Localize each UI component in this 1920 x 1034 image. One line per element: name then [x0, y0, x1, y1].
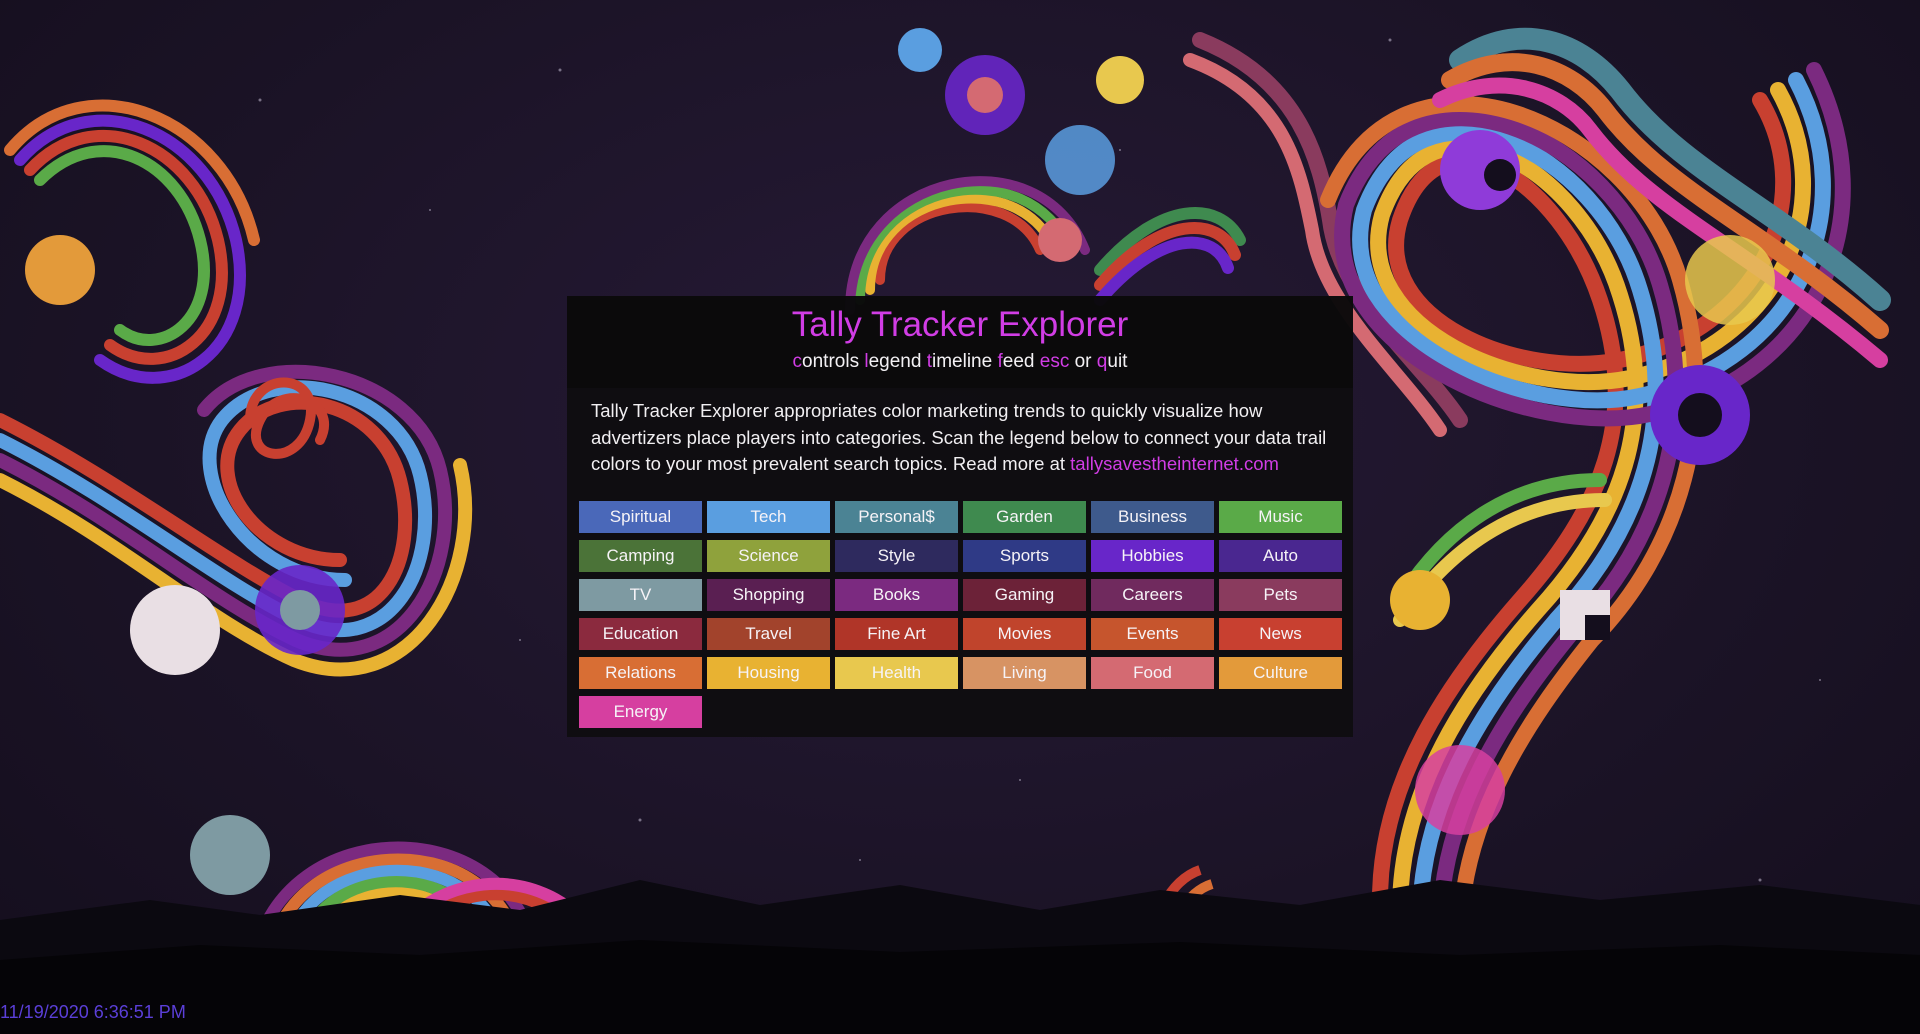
shortcut-label: uit — [1107, 351, 1128, 372]
shortcut-controls[interactable]: controls — [793, 351, 860, 372]
legend-item-science[interactable]: Science — [707, 540, 830, 572]
legend-item-shopping[interactable]: Shopping — [707, 579, 830, 611]
legend-item-careers[interactable]: Careers — [1091, 579, 1214, 611]
category-legend: Spiritual Tech Personal$ Garden Business Musi… — [579, 501, 1345, 728]
shortcut-label: egend — [868, 351, 922, 372]
legend-item-pets[interactable]: Pets — [1219, 579, 1342, 611]
legend-item-fine-art[interactable]: Fine Art — [835, 618, 958, 650]
explorer-info-panel: Tally Tracker Explorer controls legend t… — [567, 296, 1353, 737]
shortcut-key: esc — [1039, 351, 1070, 372]
legend-item-sports[interactable]: Sports — [963, 540, 1086, 572]
visualization-canvas[interactable]: Tally Tracker Explorer controls legend t… — [0, 0, 1920, 1034]
legend-item-culture[interactable]: Culture — [1219, 657, 1342, 689]
legend-item-events[interactable]: Events — [1091, 618, 1214, 650]
legend-item-camping[interactable]: Camping — [579, 540, 702, 572]
description-text: Tally Tracker Explorer appropriates colo… — [567, 388, 1353, 478]
shortcut-label: imeline — [932, 351, 993, 372]
legend-item-food[interactable]: Food — [1091, 657, 1214, 689]
app-title: Tally Tracker Explorer — [791, 305, 1129, 344]
legend-item-style[interactable]: Style — [835, 540, 958, 572]
shortcut-joiner: or — [1074, 351, 1092, 372]
shortcut-esc[interactable]: esc — [1040, 351, 1070, 372]
legend-item-living[interactable]: Living — [963, 657, 1086, 689]
shortcut-legend[interactable]: legend — [864, 351, 921, 372]
legend-item-spiritual[interactable]: Spiritual — [579, 501, 702, 533]
legend-item-books[interactable]: Books — [835, 579, 958, 611]
legend-item-tv[interactable]: TV — [579, 579, 702, 611]
legend-item-movies[interactable]: Movies — [963, 618, 1086, 650]
legend-item-education[interactable]: Education — [579, 618, 702, 650]
legend-item-tech[interactable]: Tech — [707, 501, 830, 533]
shortcut-label: ontrols — [802, 351, 860, 372]
shortcut-key: q — [1096, 351, 1108, 372]
read-more-link[interactable]: tallysavestheinternet.com — [1070, 453, 1279, 474]
shortcut-timeline[interactable]: timeline — [927, 351, 992, 372]
legend-item-auto[interactable]: Auto — [1219, 540, 1342, 572]
shortcut-quit[interactable]: quit — [1097, 351, 1128, 372]
shortcut-key: c — [792, 351, 803, 372]
legend-item-energy[interactable]: Energy — [579, 696, 702, 728]
legend-item-news[interactable]: News — [1219, 618, 1342, 650]
panel-header: Tally Tracker Explorer controls legend t… — [567, 296, 1353, 388]
legend-item-travel[interactable]: Travel — [707, 618, 830, 650]
shortcut-feed[interactable]: feed — [997, 351, 1034, 372]
timeline-timestamp: 11/19/2020 6:36:51 PM — [0, 1002, 186, 1022]
shortcut-label: eed — [1002, 351, 1035, 372]
legend-item-hobbies[interactable]: Hobbies — [1091, 540, 1214, 572]
legend-item-garden[interactable]: Garden — [963, 501, 1086, 533]
legend-item-housing[interactable]: Housing — [707, 657, 830, 689]
legend-item-business[interactable]: Business — [1091, 501, 1214, 533]
legend-item-music[interactable]: Music — [1219, 501, 1342, 533]
legend-item-personal[interactable]: Personal$ — [835, 501, 958, 533]
keyboard-shortcuts: controls legend timeline feed esc or qui… — [567, 350, 1353, 374]
legend-item-relations[interactable]: Relations — [579, 657, 702, 689]
legend-item-gaming[interactable]: Gaming — [963, 579, 1086, 611]
legend-item-health[interactable]: Health — [835, 657, 958, 689]
